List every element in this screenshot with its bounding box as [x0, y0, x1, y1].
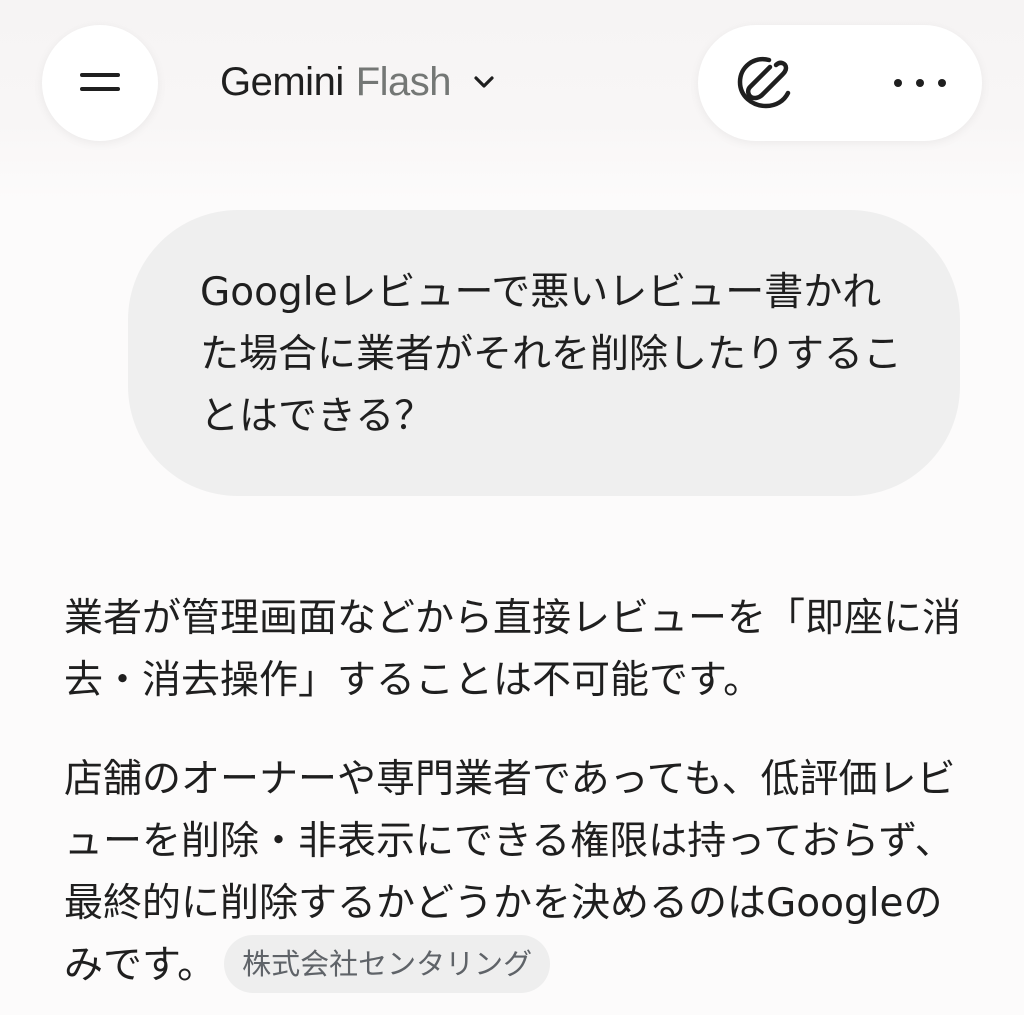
more-horizontal-icon	[892, 74, 948, 93]
response-paragraph: 業者が管理画面などから直接レビューを「即座に消去・消去操作」することは不可能です…	[64, 596, 962, 703]
header-actions	[698, 25, 982, 141]
assistant-response: 業者が管理画面などから直接レビューを「即座に消去・消去操作」することは不可能です…	[64, 588, 964, 997]
chevron-down-icon	[473, 75, 495, 89]
menu-button[interactable]	[42, 25, 158, 141]
source-chip[interactable]: 株式会社センタリング	[224, 934, 551, 993]
model-name: Gemini	[220, 59, 344, 104]
new-chat-icon	[732, 51, 800, 115]
user-message-text: Googleレビューで悪いレビュー書かれた場合に業者がそれを削除したりすることは…	[200, 270, 903, 439]
model-selector[interactable]: Gemini Flash	[220, 52, 495, 112]
new-chat-button[interactable]	[730, 49, 802, 117]
menu-icon	[78, 71, 122, 95]
model-variant: Flash	[355, 59, 452, 104]
response-paragraph: 店舗のオーナーや専門業者であっても、低評価レビューを削除・非表示にできる権限は持…	[64, 749, 964, 997]
more-options-button[interactable]	[882, 49, 958, 117]
